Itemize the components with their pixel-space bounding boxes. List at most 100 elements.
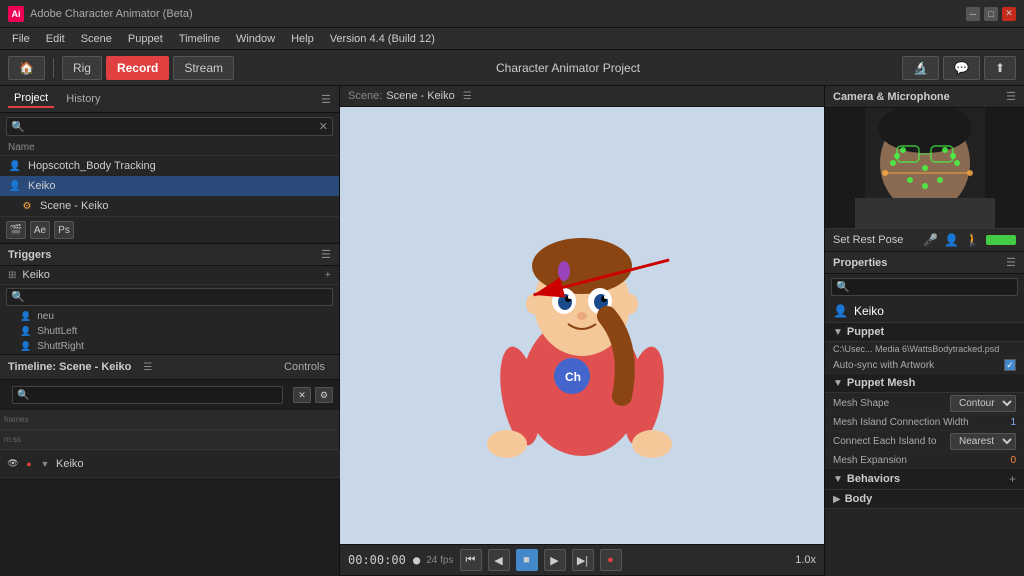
maximize-button[interactable]: □ <box>984 7 998 21</box>
behaviors-add-button[interactable]: + <box>1009 472 1016 486</box>
close-button[interactable]: ✕ <box>1002 7 1016 21</box>
chat-icon-button[interactable]: 💬 <box>943 56 980 80</box>
trigger-person-icon-3: 👤 <box>20 341 31 352</box>
keiko-properties-name: Keiko <box>854 304 884 318</box>
properties-title: Properties <box>833 257 887 269</box>
camera-panel-title: Camera & Microphone <box>833 91 950 103</box>
title-text: Adobe Character Animator (Beta) <box>30 8 966 20</box>
timeline-search-input[interactable] <box>33 389 278 401</box>
set-rest-pose-row: Set Rest Pose 🎤 👤 🚶 <box>825 228 1024 251</box>
triggers-panel: Triggers ☰ ⊞ Keiko + 👤 neu 👤 ShuttL <box>0 244 339 355</box>
connect-to-dropdown[interactable]: Nearest <box>950 433 1016 450</box>
main-toolbar: 🏠 Rig Record Stream Character Animator P… <box>0 50 1024 86</box>
timeline-menu-icon[interactable]: ☰ <box>143 362 152 373</box>
body-section-title: Body <box>845 493 1016 505</box>
behaviors-section-header[interactable]: ▼ Behaviors + <box>825 469 1024 490</box>
stream-button[interactable]: Stream <box>173 56 234 80</box>
trigger-search-input[interactable] <box>11 291 328 303</box>
timeline-settings-button[interactable]: ⚙ <box>315 387 333 403</box>
triggers-menu-icon[interactable]: ☰ <box>321 248 331 261</box>
project-menu-icon[interactable]: ☰ <box>321 93 331 106</box>
menu-window[interactable]: Window <box>228 31 283 47</box>
camera-menu-icon[interactable]: ☰ <box>1006 90 1016 103</box>
share-icon-button[interactable]: ⬆ <box>984 56 1016 80</box>
go-start-button[interactable]: ⏮ <box>460 549 482 571</box>
body-section-header[interactable]: ▶ Body <box>825 490 1024 509</box>
project-ae-button[interactable]: Ae <box>30 221 50 239</box>
keiko-properties-header: 👤 Keiko <box>825 300 1024 323</box>
tab-history[interactable]: History <box>60 91 106 107</box>
right-panel: Camera & Microphone ☰ <box>824 86 1024 576</box>
scene-icon: ⚙ <box>20 199 34 213</box>
center-panel: Scene: Scene - Keiko ☰ Ch <box>340 86 824 576</box>
scene-name: Scene - Keiko <box>386 90 454 102</box>
tab-project[interactable]: Project <box>8 90 54 108</box>
puppet-section-header[interactable]: ▼ Puppet <box>825 323 1024 342</box>
project-title: Character Animator Project <box>238 61 898 75</box>
check-mark-icon: ✓ <box>1006 360 1014 371</box>
project-item-scene-keiko[interactable]: ⚙ Scene - Keiko <box>0 196 339 216</box>
play-button[interactable]: ▶ <box>544 549 566 571</box>
track-visibility-button[interactable]: 👁 <box>6 457 20 471</box>
trigger-item-shuttleft-label: ShuttLeft <box>37 326 77 337</box>
timeline-toolbar-row: 🔍 ✕ ⚙ <box>0 380 339 410</box>
project-item-keiko[interactable]: 👤 Keiko <box>0 176 339 196</box>
project-film-button[interactable]: 🎬 <box>6 221 26 239</box>
puppet-mesh-section-arrow: ▼ <box>833 378 843 389</box>
prop-auto-sync-row: Auto-sync with Artwork ✓ <box>825 357 1024 374</box>
menu-timeline[interactable]: Timeline <box>171 31 228 47</box>
trigger-keiko-row: ⊞ Keiko + <box>0 266 339 285</box>
trigger-item-shuttright[interactable]: 👤 ShuttRight <box>0 339 339 354</box>
properties-menu-icon[interactable]: ☰ <box>1006 256 1016 269</box>
minimize-button[interactable]: ─ <box>966 7 980 21</box>
track-solo-button[interactable]: ▼ <box>38 457 52 471</box>
keiko-person-icon: 👤 <box>833 304 848 318</box>
project-item-hopscotch[interactable]: 👤 Hopscotch_Body Tracking <box>0 156 339 176</box>
scene-menu-icon[interactable]: ☰ <box>463 91 472 102</box>
trigger-item-neu-label: neu <box>37 311 54 322</box>
timeline-clear-button[interactable]: ✕ <box>293 387 311 403</box>
record-transport-button[interactable]: ● <box>600 549 622 571</box>
properties-search[interactable] <box>831 278 1018 296</box>
properties-panel: Properties ☰ 👤 Keiko ▼ Puppet C:\Usec...… <box>825 252 1024 576</box>
step-forward-button[interactable]: ▶| <box>572 549 594 571</box>
trigger-add-button[interactable]: + <box>325 269 331 281</box>
project-item-hopscotch-label: Hopscotch_Body Tracking <box>28 160 156 172</box>
menu-puppet[interactable]: Puppet <box>120 31 171 47</box>
timeline-search[interactable]: 🔍 <box>12 386 283 404</box>
project-col-name: Name <box>0 140 339 156</box>
puppet-mesh-section-header[interactable]: ▼ Puppet Mesh <box>825 374 1024 393</box>
rig-button[interactable]: Rig <box>62 56 102 80</box>
project-ps-button[interactable]: Ps <box>54 221 74 239</box>
project-search-bar[interactable]: ✕ <box>6 117 333 136</box>
trigger-item-neu[interactable]: 👤 neu <box>0 309 339 324</box>
menu-edit[interactable]: Edit <box>38 31 73 47</box>
body-section-arrow: ▶ <box>833 494 841 505</box>
trigger-search-bar[interactable] <box>6 288 333 306</box>
project-search-input[interactable] <box>11 121 319 133</box>
auto-sync-checkbox[interactable]: ✓ <box>1004 359 1016 371</box>
mins-label: m:ss <box>0 435 339 444</box>
menu-scene[interactable]: Scene <box>73 31 120 47</box>
tab-controls[interactable]: Controls <box>278 359 331 375</box>
step-back-button[interactable]: ◀ <box>488 549 510 571</box>
mesh-shape-dropdown[interactable]: Contour <box>950 395 1016 412</box>
trigger-item-shuttleft[interactable]: 👤 ShuttLeft <box>0 324 339 339</box>
record-button[interactable]: Record <box>106 56 169 80</box>
menu-help[interactable]: Help <box>283 31 322 47</box>
behaviors-section-arrow: ▼ <box>833 474 843 485</box>
menu-file[interactable]: File <box>4 31 38 47</box>
flask-icon-button[interactable]: 🔬 <box>902 56 939 80</box>
timeline-time-ruler: m:ss 0:00 0:05 0:10 0:15 <box>0 430 339 450</box>
trigger-grid-icon: ⊞ <box>8 270 16 281</box>
properties-search-input[interactable] <box>836 281 1013 293</box>
stop-button[interactable]: ■ <box>516 549 538 571</box>
set-rest-pose-label[interactable]: Set Rest Pose <box>833 234 917 246</box>
triggers-panel-header: Triggers ☰ <box>0 244 339 266</box>
fps-label: 24 fps <box>426 555 453 566</box>
search-clear-button[interactable]: ✕ <box>319 120 328 133</box>
track-keiko-row: 👁 ● ▼ Keiko ⚙ <box>0 450 339 478</box>
track-record-button[interactable]: ● <box>22 457 36 471</box>
connect-to-label: Connect Each Island to <box>833 436 946 447</box>
home-button[interactable]: 🏠 <box>8 56 45 80</box>
